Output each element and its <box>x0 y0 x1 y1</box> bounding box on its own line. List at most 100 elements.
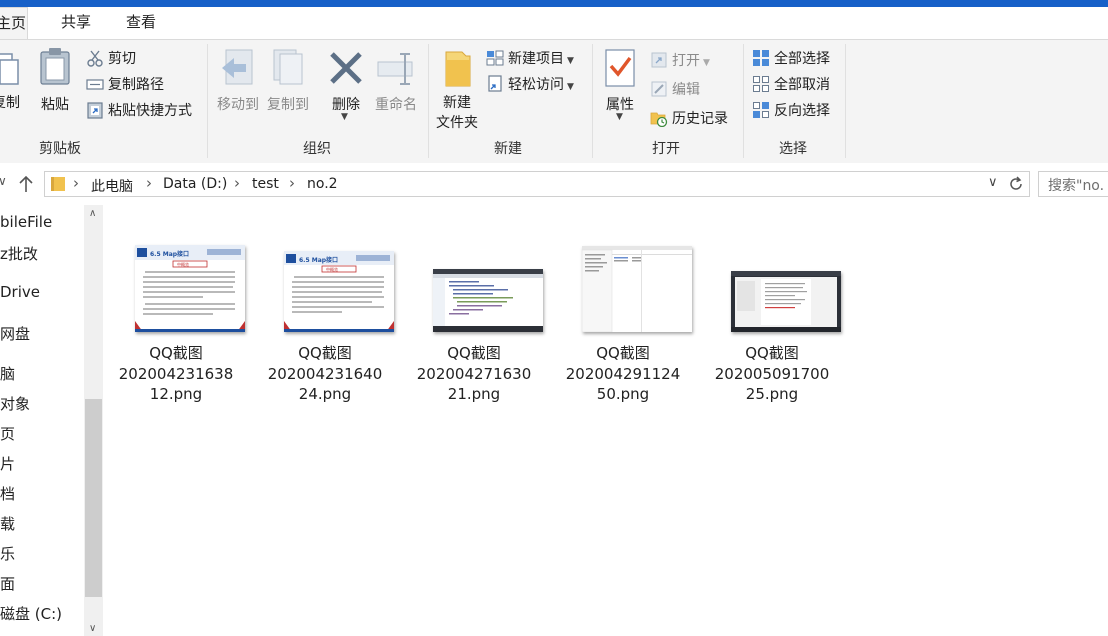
edit-button[interactable]: 编辑 <box>650 78 730 100</box>
navigation-pane-scrollbar[interactable]: ∧ ∨ <box>84 205 103 636</box>
file-item[interactable]: QQ截图 202004271630 21.png <box>404 243 544 413</box>
file-thumbnail <box>582 246 692 332</box>
file-name-line: QQ截图 <box>447 344 501 362</box>
select-all-button[interactable]: 全部选择 <box>752 47 842 69</box>
rename-button[interactable]: 重命名 <box>372 44 420 124</box>
sidebar-item-downloads[interactable]: 载 <box>0 513 15 534</box>
file-name-line: QQ截图 <box>596 344 650 362</box>
address-bar[interactable]: › 此电脑 › Data (D:) › test › no.2 ∨ <box>44 171 1030 197</box>
file-thumbnail: 6.5 Map接口 中概览 <box>135 245 245 332</box>
open-button[interactable]: 打开 ▼ <box>650 49 730 71</box>
file-name-line: 202004271630 <box>416 364 532 383</box>
scissors-icon <box>87 50 103 67</box>
invert-selection-button[interactable]: 反向选择 <box>752 99 842 121</box>
new-folder-icon <box>445 51 471 87</box>
properties-dropdown-caret[interactable]: ▼ <box>616 112 623 122</box>
file-name: QQ截图 202004231638 12.png <box>106 343 246 405</box>
tab-share[interactable]: 共享 <box>56 7 96 39</box>
invert-selection-label: 反向选择 <box>774 103 830 119</box>
copy-to-button[interactable]: 复制到 <box>264 44 312 124</box>
file-item[interactable]: 6.5 Map接口 中概览 QQ截图 202004231640 24.png <box>255 243 395 413</box>
refresh-icon[interactable] <box>1007 175 1025 193</box>
sidebar-item-videos[interactable]: 页 <box>0 423 15 444</box>
sidebar-item-onedrive[interactable]: Drive <box>0 283 40 301</box>
back-dropdown-chevron-icon[interactable]: ∨ <box>0 174 7 188</box>
new-item-icon <box>486 50 504 66</box>
move-to-label: 移动到 <box>217 97 259 113</box>
sidebar-item-local-disk-c[interactable]: 磁盘 (C:) <box>0 603 62 624</box>
image-preview-icon: 6.5 Map接口 中概览 <box>284 251 394 332</box>
new-item-dropdown-caret: ▼ <box>567 56 574 66</box>
history-label: 历史记录 <box>672 111 728 127</box>
open-dropdown-caret: ▼ <box>703 58 710 68</box>
copy-path-icon <box>86 79 104 90</box>
file-name: QQ截图 202004231640 24.png <box>255 343 395 405</box>
cut-button[interactable]: 剪切 <box>86 47 156 69</box>
file-thumbnail <box>433 269 543 332</box>
history-button[interactable]: 历史记录 <box>650 107 740 129</box>
copy-path-button[interactable]: 复制路径 <box>86 73 186 95</box>
file-name-line: 202004231640 <box>267 364 383 383</box>
svg-text:6.5 Map接口: 6.5 Map接口 <box>150 250 189 258</box>
sidebar-item-this-pc[interactable]: 脑 <box>0 363 15 384</box>
tab-view[interactable]: 查看 <box>121 7 161 39</box>
copy-icon <box>0 53 19 85</box>
new-folder-button[interactable]: 新建 文件夹 <box>432 44 482 134</box>
breadcrumb-this-pc[interactable]: 此电脑 <box>91 176 133 196</box>
new-item-button[interactable]: 新建项目 ▼ <box>486 47 586 69</box>
image-preview-icon <box>731 271 841 332</box>
paste-shortcut-label: 粘贴快捷方式 <box>108 103 192 119</box>
file-item[interactable]: QQ截图 202004291124 50.png <box>553 243 693 413</box>
paste-shortcut-button[interactable]: 粘贴快捷方式 <box>86 99 206 121</box>
copy-to-label: 复制到 <box>267 97 309 113</box>
breadcrumb-no2[interactable]: no.2 <box>307 176 338 192</box>
breadcrumb-separator[interactable]: › <box>234 174 240 192</box>
rename-icon <box>377 53 413 85</box>
sidebar-item-netdisk[interactable]: 网盘 <box>0 323 30 344</box>
select-none-button[interactable]: 全部取消 <box>752 73 842 95</box>
file-thumbnail <box>731 271 841 332</box>
breadcrumb-test[interactable]: test <box>252 176 279 192</box>
file-item[interactable]: 6.5 Map接口 中概览 QQ截图 202004231638 12.png <box>106 243 246 413</box>
sidebar-item-documents[interactable]: 档 <box>0 483 15 504</box>
sidebar-item-desktop[interactable]: 面 <box>0 573 15 594</box>
scroll-down-arrow-icon[interactable]: ∨ <box>89 623 96 634</box>
delete-dropdown-caret[interactable]: ▼ <box>341 112 348 122</box>
scrollbar-thumb[interactable] <box>85 399 102 597</box>
delete-button[interactable]: 删除 ▼ <box>324 44 368 124</box>
sidebar-item-3d-objects[interactable]: 对象 <box>0 393 30 414</box>
sidebar-item-music[interactable]: 乐 <box>0 543 15 564</box>
file-name-line: 25.png <box>745 385 799 403</box>
up-arrow-icon[interactable] <box>18 174 34 194</box>
address-history-chevron-icon[interactable]: ∨ <box>988 175 998 190</box>
search-input[interactable]: 搜索"no. <box>1038 171 1108 197</box>
svg-text:中概览: 中概览 <box>326 266 338 272</box>
sidebar-item-mobilefile[interactable]: bileFile <box>0 213 52 231</box>
select-all-icon <box>753 50 769 66</box>
breadcrumb-data-drive[interactable]: Data (D:) <box>163 176 227 192</box>
group-divider <box>207 44 208 158</box>
paste-button[interactable]: 粘贴 <box>36 44 74 124</box>
breadcrumb-separator[interactable]: › <box>73 174 79 192</box>
breadcrumb-separator[interactable]: › <box>289 174 295 192</box>
tab-home[interactable]: 主页 <box>0 7 28 39</box>
sidebar-item-grading[interactable]: z批改 <box>0 243 38 264</box>
scroll-up-arrow-icon[interactable]: ∧ <box>89 208 96 219</box>
window-title-strip <box>0 0 1108 7</box>
sidebar-item-pictures[interactable]: 片 <box>0 453 15 474</box>
easy-access-icon <box>488 75 502 92</box>
new-folder-label-line1: 新建 <box>443 95 471 111</box>
file-item[interactable]: QQ截图 202005091700 25.png <box>702 243 842 413</box>
ribbon-tab-row: 主页 共享 查看 <box>0 7 1108 39</box>
group-divider <box>592 44 593 158</box>
move-to-button[interactable]: 移动到 <box>214 44 262 124</box>
cut-label: 剪切 <box>108 51 136 67</box>
file-name: QQ截图 202005091700 25.png <box>702 343 842 405</box>
group-divider <box>845 44 846 158</box>
delete-x-icon <box>330 52 362 84</box>
easy-access-button[interactable]: 轻松访问 ▼ <box>486 73 586 95</box>
paste-shortcut-icon <box>87 102 103 119</box>
copy-button[interactable]: 复制 <box>0 44 22 124</box>
breadcrumb-separator[interactable]: › <box>146 174 152 192</box>
properties-button[interactable]: 属性 ▼ <box>598 44 642 124</box>
